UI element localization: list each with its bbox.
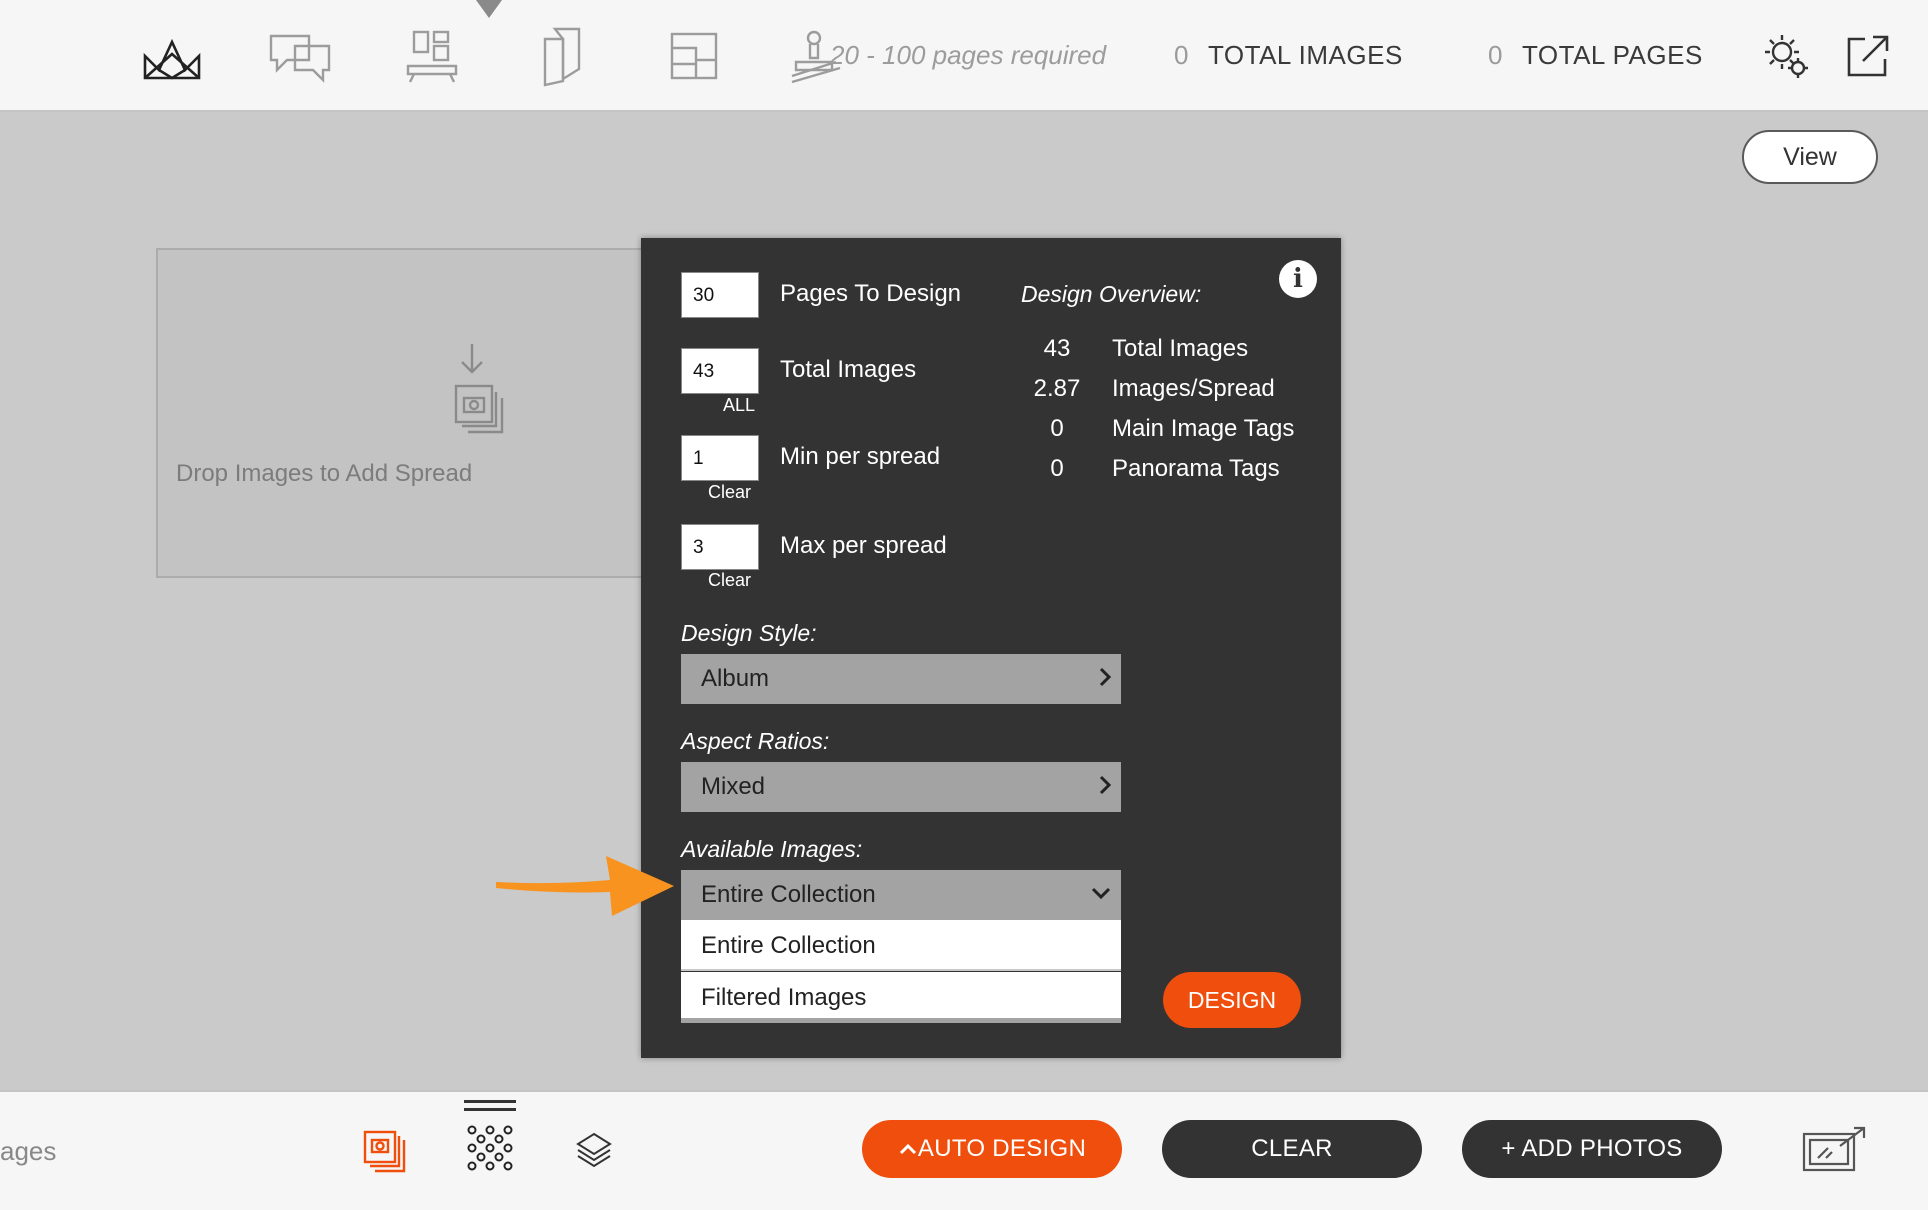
drop-zone[interactable]	[156, 248, 676, 578]
overview-total-images-value: 43	[1043, 335, 1071, 362]
chevron-right-icon	[1099, 775, 1112, 795]
images-label: ages	[0, 1136, 57, 1166]
chevron-right-icon	[1099, 667, 1112, 687]
max-per-spread-input[interactable]: 3	[681, 524, 759, 570]
orange-arrow-annotation	[496, 856, 674, 916]
overview-total-images-label: Total Images	[1112, 335, 1249, 362]
design-style-value: Album	[701, 665, 770, 692]
min-per-spread-label: Min per spread	[780, 443, 941, 470]
total-images-field-label: Total Images	[780, 356, 917, 383]
pages-required-text: 20 - 100 pages required	[830, 40, 1107, 70]
all-images-link[interactable]: ALL	[723, 395, 755, 416]
overview-panorama-tags-label: Panorama Tags	[1112, 455, 1280, 482]
aspect-ratios-select[interactable]: Mixed	[681, 762, 1121, 812]
total-images-input[interactable]: 43	[681, 348, 759, 394]
overview-panorama-tags-value: 0	[1050, 455, 1064, 482]
overview-images-per-spread-value: 2.87	[1033, 375, 1081, 402]
export-icon[interactable]	[1836, 22, 1900, 90]
available-images-select[interactable]: Entire Collection	[681, 870, 1121, 920]
total-pages-label: TOTAL PAGES	[1522, 40, 1703, 70]
available-images-value: Entire Collection	[701, 881, 876, 908]
album-icon[interactable]	[136, 22, 208, 90]
chevron-down-icon	[1091, 887, 1111, 900]
available-images-title: Available Images:	[681, 836, 863, 862]
option-entire-collection[interactable]: Entire Collection	[681, 920, 1121, 971]
design-overview-title: Design Overview:	[1021, 281, 1202, 307]
layers-icon[interactable]	[574, 1130, 614, 1170]
clear-button[interactable]: CLEAR	[1162, 1120, 1422, 1178]
drop-images-icon	[454, 344, 504, 434]
proof-comments-icon[interactable]	[264, 22, 336, 90]
view-button[interactable]: View	[1742, 130, 1878, 184]
pages-icon[interactable]	[526, 22, 598, 90]
bottom-toolbar: ages AUTO DESIGN CLEAR + ADD PHOTOS	[0, 1090, 1928, 1210]
total-pages-count: 0	[1488, 40, 1503, 70]
min-per-spread-input[interactable]: 1	[681, 435, 759, 481]
template-icon[interactable]	[658, 22, 730, 90]
overview-images-per-spread-label: Images/Spread	[1112, 375, 1275, 402]
min-clear-link[interactable]: Clear	[708, 482, 751, 503]
design-button[interactable]: DESIGN	[1163, 972, 1301, 1028]
overview-main-tags-value: 0	[1050, 415, 1064, 442]
max-clear-link[interactable]: Clear	[708, 570, 751, 591]
aspect-ratios-title: Aspect Ratios:	[681, 728, 830, 754]
chevron-up-icon	[899, 1143, 916, 1155]
option-filtered-images[interactable]: Filtered Images	[681, 972, 1121, 1023]
settings-gear-icon[interactable]	[1754, 22, 1818, 90]
info-icon[interactable]: i	[1279, 260, 1317, 298]
top-toolbar: 20 - 100 pages required 0 TOTAL IMAGES 0…	[0, 0, 1928, 112]
active-tab-pointer	[476, 0, 502, 18]
auto-design-panel: 30 Pages To Design 43 Total Images ALL 1…	[641, 238, 1341, 1058]
images-stack-icon[interactable]	[362, 1128, 408, 1174]
pattern-grid-icon[interactable]	[462, 1092, 518, 1176]
auto-design-button[interactable]: AUTO DESIGN	[862, 1120, 1122, 1178]
drop-zone-text: Drop Images to Add Spread	[176, 460, 473, 487]
total-images-label: TOTAL IMAGES	[1208, 40, 1403, 70]
design-style-select[interactable]: Album	[681, 654, 1121, 704]
design-style-title: Design Style:	[681, 620, 817, 646]
pages-to-design-label: Pages To Design	[780, 280, 962, 307]
overview-main-tags-label: Main Image Tags	[1112, 415, 1295, 442]
pages-to-design-input[interactable]: 30	[681, 272, 759, 318]
max-per-spread-label: Max per spread	[780, 532, 947, 559]
aspect-ratios-value: Mixed	[701, 773, 766, 800]
layout-icon[interactable]	[396, 22, 468, 90]
auto-design-label: AUTO DESIGN	[917, 1135, 1087, 1162]
total-images-count: 0	[1174, 40, 1189, 70]
add-photos-button[interactable]: + ADD PHOTOS	[1462, 1120, 1722, 1178]
fullscreen-preview-icon[interactable]	[1800, 1124, 1870, 1176]
